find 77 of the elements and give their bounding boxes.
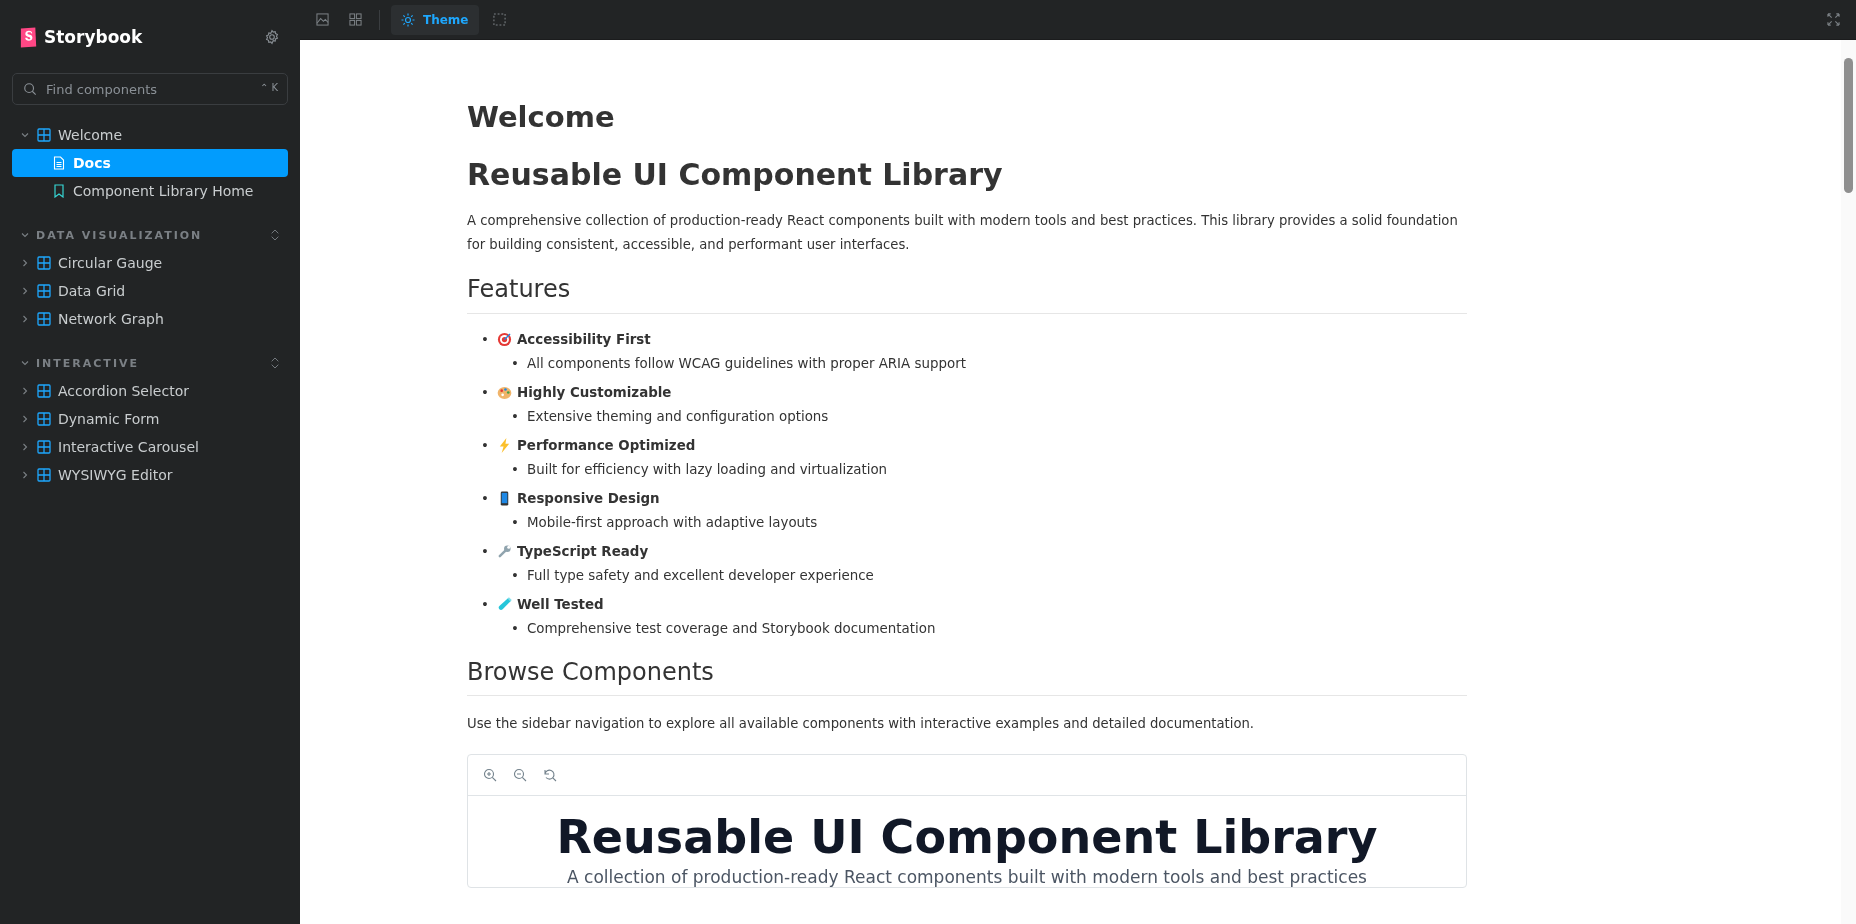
bullet: • — [481, 383, 490, 402]
tree-item[interactable]: Circular Gauge — [12, 249, 288, 277]
chevron-right-icon — [20, 314, 30, 324]
bullet: • — [481, 330, 490, 349]
bullet: • — [511, 460, 520, 479]
bullet: • — [511, 407, 520, 426]
bullet: • — [481, 489, 490, 508]
group-heading[interactable]: DATA VISUALIZATION — [36, 228, 264, 242]
preview-title: Reusable UI Component Library — [555, 812, 1379, 863]
feature-title: Highly Customizable — [517, 383, 672, 402]
section-heading: Browse Components — [467, 657, 1467, 697]
sun-icon — [401, 12, 415, 27]
theme-button[interactable]: Theme — [391, 4, 479, 35]
shortcut-hint: ⌃ K — [259, 82, 278, 93]
chevron-right-icon — [20, 470, 30, 480]
feature-title: Performance Optimized — [517, 436, 696, 455]
component-icon — [37, 384, 51, 398]
search-icon — [23, 82, 37, 96]
tree-item[interactable]: Interactive Carousel — [12, 433, 288, 461]
component-icon — [37, 468, 51, 482]
chevron-right-icon — [20, 258, 30, 268]
browse-paragraph: Use the sidebar navigation to explore all available components with interactive examples and detailed documentation. — [467, 715, 1255, 734]
bullet: • — [481, 542, 490, 561]
bullet: • — [511, 354, 520, 373]
tree-item[interactable]: Dynamic Form — [12, 405, 288, 433]
scrollbar[interactable] — [1841, 40, 1856, 924]
tree-item[interactable]: Welcome — [12, 121, 288, 149]
component-icon — [37, 440, 51, 454]
component-icon — [37, 256, 51, 270]
settings-icon[interactable] — [264, 29, 280, 45]
feature-description: Mobile-first approach with adaptive layouts — [527, 513, 818, 532]
group-heading[interactable]: INTERACTIVE — [36, 356, 264, 370]
section-heading: Features — [467, 274, 1467, 314]
feature-icon — [497, 385, 512, 401]
component-icon — [37, 312, 51, 326]
intro-paragraph: A comprehensive collection of production-ready React components built with modern tools and best practices. This library provides a solid foundation for building consistent, accessible, and performant user interfaces. — [467, 211, 1459, 254]
feature-title: Responsive Design — [517, 489, 660, 508]
tree-item[interactable]: Accordion Selector — [12, 377, 288, 405]
component-icon — [37, 128, 51, 142]
feature-description: Extensive theming and configuration options — [527, 407, 829, 426]
component-icon — [37, 284, 51, 298]
expand-collapse-icon[interactable] — [270, 356, 280, 370]
feature-title: TypeScript Ready — [517, 542, 649, 561]
bullet: • — [511, 619, 520, 638]
bullet: • — [481, 595, 490, 614]
tree-item[interactable]: Network Graph — [12, 305, 288, 333]
feature-description: Full type safety and excellent developer experience — [527, 566, 874, 585]
feature-icon — [497, 544, 512, 560]
bullet: • — [511, 513, 520, 532]
preview-subtitle: A collection of production-ready React components built with modern tools and best practices — [566, 867, 1368, 887]
expand-collapse-icon[interactable] — [270, 228, 280, 242]
feature-icon — [497, 597, 512, 613]
chevron-right-icon — [20, 442, 30, 452]
chevron-right-icon — [20, 286, 30, 296]
document-icon — [52, 156, 66, 170]
chevron-right-icon — [20, 386, 30, 396]
bookmark-icon — [52, 184, 66, 198]
chevron-down-icon[interactable] — [20, 358, 30, 368]
component-icon — [37, 412, 51, 426]
feature-icon — [497, 332, 512, 348]
page-title: Welcome — [467, 100, 616, 135]
tree-item[interactable]: WYSIWYG Editor — [12, 461, 288, 489]
bullet: • — [481, 436, 490, 455]
feature-title: Accessibility First — [517, 330, 651, 349]
feature-description: Comprehensive test coverage and Storybook documentation — [527, 619, 936, 638]
feature-title: Well Tested — [517, 595, 604, 614]
chevron-down-icon[interactable] — [20, 230, 30, 240]
feature-description: All components follow WCAG guidelines with proper ARIA support — [527, 354, 966, 373]
tree-item[interactable]: Component Library Home — [12, 177, 288, 205]
chevron-right-icon — [20, 414, 30, 424]
chevron-down-icon — [20, 130, 30, 140]
tree-item[interactable]: Data Grid — [12, 277, 288, 305]
feature-description: Built for efficiency with lazy loading and virtualization — [527, 460, 888, 479]
logo-icon — [20, 26, 38, 48]
bullet: • — [511, 566, 520, 585]
brand-name: Storybook — [44, 27, 143, 47]
page-heading: Reusable UI Component Library — [467, 156, 1004, 193]
